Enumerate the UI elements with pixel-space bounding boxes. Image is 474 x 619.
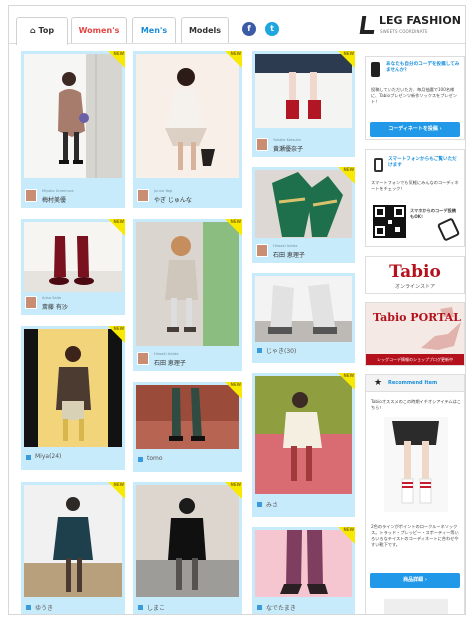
coordinate-photo [24, 485, 122, 597]
caption: tomo [137, 452, 238, 468]
coordinate-photo [24, 222, 122, 292]
coordinate-photo [255, 276, 352, 342]
recommended-socks-image [384, 417, 448, 512]
sock-icon [371, 62, 380, 77]
tab-models[interactable]: Models [181, 17, 229, 43]
coordinate-photo [255, 170, 352, 238]
leg-mark-icon [359, 16, 377, 34]
coordinate-photo [136, 485, 239, 597]
square-icon [26, 455, 31, 460]
coordinate-photo [255, 530, 352, 597]
top-navigation: ⌂ Top Women's Men's Models f t LEG FASHI… [9, 6, 465, 45]
next-item-preview [384, 599, 448, 614]
street-fashion-image [136, 222, 239, 346]
coordinate-card[interactable]: NEW Arisa Saito 斎藤 有沙 [21, 219, 125, 315]
tab-womens[interactable]: Women's [71, 17, 127, 43]
leg-photo-image [24, 222, 122, 292]
caption: じゃき(30) [256, 343, 351, 359]
coordinate-card[interactable]: NEW Hiroaki Ishida 石田 恵理子 [252, 167, 355, 263]
street-fashion-image [24, 485, 122, 597]
smartphone-icon [374, 158, 383, 172]
coordinate-card[interactable]: NEW Miya(24) [21, 326, 125, 470]
coordinate-submit-box: あなたも自分のコーデを投稿してみませんか？ 投稿していただいた方、毎月抽選で10… [365, 56, 465, 140]
street-fashion-image [24, 329, 122, 447]
coordinate-card[interactable]: NEW ゆうき [21, 482, 125, 614]
caption: しまこ [137, 600, 238, 614]
coordinate-card[interactable]: NEW なでたまき [252, 527, 355, 614]
street-fashion-image [24, 54, 122, 178]
recommend-sock-photo [384, 417, 448, 512]
leg-fashion-page: ⌂ Top Women's Men's Models f t LEG FASHI… [8, 5, 466, 615]
tab-mens[interactable]: Men's [132, 17, 176, 43]
coordinate-photo [136, 54, 239, 178]
coordinate-card[interactable]: NEW Miyako Umemura 梅村美優 [21, 51, 125, 208]
author-info: Yukako Kotsuka 黄瀬優奈子 [256, 137, 351, 153]
coordinate-photo [255, 376, 352, 494]
coordinate-card[interactable]: じゃき(30) [252, 273, 355, 363]
square-icon [138, 605, 143, 610]
coordinate-photo [24, 329, 122, 447]
leg-fashion-logo[interactable]: LEG FASHION SWEETS COORDINATE [359, 14, 461, 38]
coordinate-card[interactable]: NEW しまこ [133, 482, 242, 614]
author-info: Arisa Saito 斎藤 有沙 [25, 295, 121, 311]
avatar [137, 189, 149, 202]
avatar [25, 296, 37, 309]
tab-top[interactable]: ⌂ Top [16, 17, 68, 45]
qr-code [373, 205, 406, 238]
coordinate-photo [136, 385, 239, 449]
recommend-item-box: ★ Recommend Item Tabioオススメのこの時期イチオシアイテムは… [365, 374, 465, 614]
home-icon: ⌂ [29, 26, 36, 35]
leg-photo-image [255, 276, 352, 342]
square-icon [138, 457, 143, 462]
leg-photo-image [255, 530, 352, 597]
coordinate-card[interactable]: NEW Junna Yagi やぎ じゅんな [133, 51, 242, 208]
author-info: Miyako Umemura 梅村美優 [25, 188, 121, 204]
street-fashion-image [255, 376, 352, 494]
coordinate-card[interactable]: NEW Yukako Kotsuka 黄瀬優奈子 [252, 51, 355, 157]
coordinate-photo [255, 54, 352, 128]
square-icon [257, 502, 262, 507]
coordinate-photo [136, 222, 239, 346]
star-icon: ★ [374, 378, 383, 388]
tabio-online-store-banner[interactable]: Tabio オンラインストア [365, 256, 465, 294]
author-info: Hiroaki Ishida 石田 恵理子 [137, 351, 238, 367]
caption: みさ [256, 497, 351, 513]
product-detail-button[interactable]: 商品詳細 › [370, 573, 460, 588]
arrow-icon: › [424, 577, 427, 583]
qr-code-pattern [375, 207, 404, 236]
author-info: Hiroaki Ishida 石田 恵理子 [256, 243, 351, 259]
author-info: Junna Yagi やぎ じゅんな [137, 188, 238, 204]
phone-hand-icon [436, 217, 461, 242]
avatar [25, 189, 37, 202]
caption: Miya(24) [25, 450, 121, 466]
leg-photo-image [255, 170, 352, 238]
street-fashion-image [136, 54, 239, 178]
submit-coordinate-button[interactable]: コーディネートを投稿 › [370, 122, 460, 137]
caption: ゆうき [25, 600, 121, 614]
square-icon [257, 348, 262, 353]
square-icon [26, 605, 31, 610]
twitter-icon[interactable]: t [265, 22, 279, 36]
coordinate-card[interactable]: NEW Hiroaki Ishida 石田 恵理子 [133, 219, 242, 371]
tabio-portal-banner[interactable]: Tabio PORTAL レッグコーデ情報のショップブログ更新中 [365, 302, 465, 366]
coordinate-card[interactable]: NEW tomo [133, 382, 242, 472]
smartphone-box: スマートフォンからもご覧いただけます スマートフォンでも気軽にみんなのコーディネ… [365, 149, 465, 247]
coordinate-card[interactable]: NEW みさ [252, 373, 355, 517]
facebook-icon[interactable]: f [242, 22, 256, 36]
coordinate-photo [24, 54, 122, 178]
square-icon [257, 605, 262, 610]
leg-photo-image [136, 385, 239, 449]
avatar [137, 352, 149, 365]
avatar [256, 138, 268, 151]
street-fashion-image [136, 485, 239, 597]
caption: なでたまき [256, 600, 351, 614]
avatar [256, 244, 268, 257]
arrow-icon: › [439, 126, 442, 132]
leg-photo-image [255, 54, 352, 128]
